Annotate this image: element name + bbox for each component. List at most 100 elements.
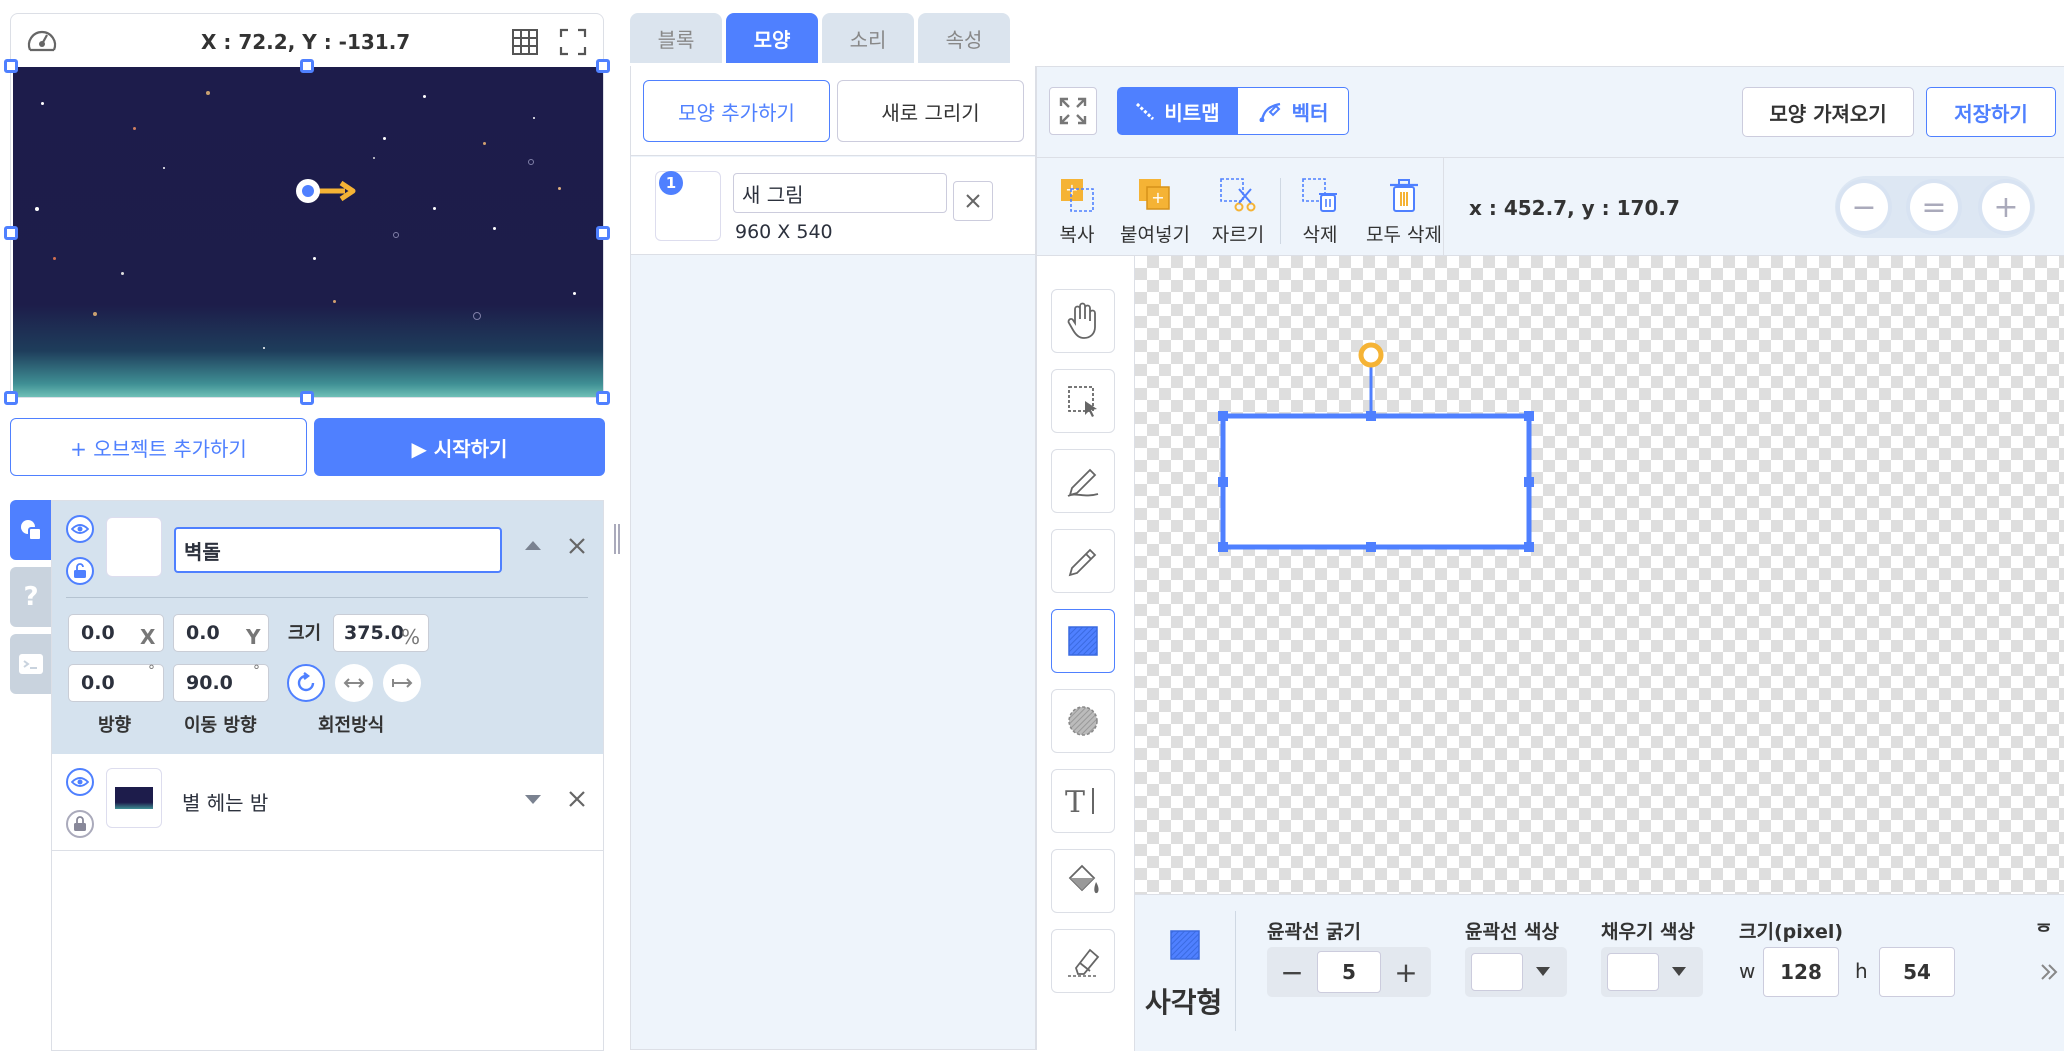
object-rotation-handle[interactable] [293, 175, 363, 207]
stroke-width-stepper: − 5 + [1267, 947, 1431, 997]
tab-objects[interactable] [10, 500, 52, 560]
stroke-color-picker[interactable] [1465, 947, 1567, 997]
ellipse-tool[interactable] [1051, 689, 1115, 753]
object-thumbnail [106, 517, 162, 577]
fill-color-picker[interactable] [1601, 947, 1703, 997]
save-button[interactable]: 저장하기 [1926, 87, 2056, 137]
height-label: h [1855, 959, 1868, 983]
object-item[interactable]: 별 헤는 밤 [52, 754, 603, 851]
tab-sounds[interactable]: 소리 [822, 13, 914, 63]
eye-icon[interactable] [66, 515, 94, 543]
increase-stroke-button[interactable]: + [1381, 947, 1431, 997]
vector-mode-button[interactable]: 벡터 [1237, 87, 1349, 135]
close-icon[interactable] [568, 537, 586, 555]
shape-name-input[interactable]: 새 그림 [733, 173, 947, 213]
paint-bucket-icon [1068, 864, 1099, 894]
tab-console[interactable] [10, 634, 52, 694]
selected-rectangle[interactable] [1135, 256, 2064, 894]
shape-properties-bar: 사각형 윤곽선 굵기 − 5 + 윤곽선 색상 채우기 색상 크기(pixel)… [1135, 894, 2064, 1051]
stage-resize-handle [300, 391, 314, 405]
decrease-stroke-button[interactable]: − [1267, 947, 1317, 997]
clipped-property-label: ᅙ [2035, 921, 2053, 943]
stage-canvas[interactable] [13, 67, 603, 397]
eye-icon[interactable] [66, 768, 94, 796]
object-name[interactable]: 별 헤는 밤 [174, 778, 502, 824]
lock-icon[interactable] [66, 810, 94, 838]
size-label: 크기 [288, 623, 322, 644]
shape-item[interactable]: 1 새 그림 960 X 540 [631, 157, 1035, 255]
delete-shape-button[interactable] [953, 181, 993, 221]
zoom-out-button[interactable]: − [1840, 183, 1888, 231]
caret-up-icon[interactable] [524, 539, 542, 551]
caret-down-icon[interactable] [524, 794, 542, 806]
shape-dimensions: 960 X 540 [735, 221, 833, 243]
width-field: 128 [1763, 947, 1843, 997]
height-input[interactable]: 54 [1879, 947, 1955, 997]
object-name-input[interactable]: 벽돌 [174, 527, 502, 573]
x-unit-label: X [140, 625, 156, 649]
stroke-width-input[interactable]: 5 [1317, 951, 1381, 993]
tab-properties[interactable]: 속성 [918, 13, 1010, 63]
degree-unit-label: ° [148, 663, 155, 679]
shape-number-badge: 1 [659, 171, 683, 195]
height-field: 54 [1879, 947, 1959, 997]
object-list: 벽돌 0.0 X 0.0 Y 크기 375.0 % 0.0 ° 90.0 ° 방… [51, 500, 604, 1051]
double-chevron-right-icon [2041, 964, 2058, 980]
zoom-in-button[interactable]: + [1982, 183, 2030, 231]
grid-icon[interactable] [511, 28, 539, 56]
eraser-tool[interactable] [1051, 929, 1115, 993]
text-icon: T [1065, 785, 1094, 818]
toolbar-divider [1443, 158, 1444, 256]
fill-tool[interactable] [1051, 849, 1115, 913]
tab-blocks[interactable]: 블록 [630, 13, 722, 63]
copy-button[interactable]: + 복사 [1037, 170, 1117, 247]
scissors-icon [1220, 178, 1256, 212]
brush-tool[interactable] [1051, 449, 1115, 513]
rotate-none-icon[interactable] [383, 664, 421, 702]
stroke-color-swatch [1471, 953, 1523, 991]
pencil-tool[interactable] [1051, 529, 1115, 593]
caret-down-icon [1536, 967, 1550, 976]
add-shape-button[interactable]: 모양 추가하기 [643, 80, 830, 142]
stage-resize-handle [596, 391, 610, 405]
close-icon[interactable] [568, 790, 586, 808]
start-button[interactable]: ▶ 시작하기 [314, 418, 605, 476]
delete-all-button[interactable]: 모두 삭제 [1360, 170, 1448, 247]
more-properties-button[interactable] [2015, 947, 2064, 997]
tab-shapes[interactable]: 모양 [726, 13, 818, 63]
rectangle-tool[interactable] [1051, 609, 1115, 673]
close-icon [966, 194, 980, 208]
fullscreen-icon[interactable] [559, 28, 587, 56]
drawing-canvas[interactable] [1135, 256, 2064, 894]
speed-gauge-icon[interactable] [25, 26, 59, 56]
add-object-button[interactable]: + 오브젝트 추가하기 [10, 418, 307, 476]
width-label: w [1739, 959, 1756, 983]
delete-button[interactable]: 삭제 [1280, 170, 1360, 247]
text-tool[interactable]: T [1051, 769, 1115, 833]
import-shape-button[interactable]: 모양 가져오기 [1742, 87, 1914, 137]
panel-splitter-icon[interactable] [613, 524, 621, 554]
object-side-tabs: ? [10, 500, 52, 701]
paste-button[interactable]: + 붙여넣기 [1115, 170, 1195, 247]
ellipse-icon [1068, 706, 1098, 736]
marquee-select-icon [1068, 386, 1097, 417]
caret-down-icon [1672, 967, 1686, 976]
width-input[interactable]: 128 [1763, 947, 1839, 997]
hand-tool[interactable] [1051, 289, 1115, 353]
object-item-selected[interactable]: 벽돌 0.0 X 0.0 Y 크기 375.0 % 0.0 ° 90.0 ° 방… [52, 501, 603, 754]
expand-editor-button[interactable] [1049, 87, 1097, 135]
shape-list-header: 모양 추가하기 새로 그리기 [631, 66, 1035, 156]
unlock-icon[interactable] [66, 557, 94, 585]
new-drawing-button[interactable]: 새로 그리기 [837, 80, 1024, 142]
fill-color-swatch [1607, 953, 1659, 991]
stage-coordinates: X : 72.2, Y : -131.7 [201, 30, 411, 54]
tab-help[interactable]: ? [10, 567, 52, 627]
cut-button[interactable]: 자르기 [1198, 170, 1278, 247]
rotate-free-icon[interactable] [287, 664, 325, 702]
rotate-horizontal-icon[interactable] [335, 664, 373, 702]
zoom-reset-button[interactable]: = [1910, 183, 1958, 231]
move-direction-label: 이동 방향 [184, 715, 257, 736]
svg-text:T: T [1065, 785, 1085, 818]
bitmap-mode-button[interactable]: 비트맵 [1117, 87, 1237, 135]
select-tool[interactable] [1051, 369, 1115, 433]
